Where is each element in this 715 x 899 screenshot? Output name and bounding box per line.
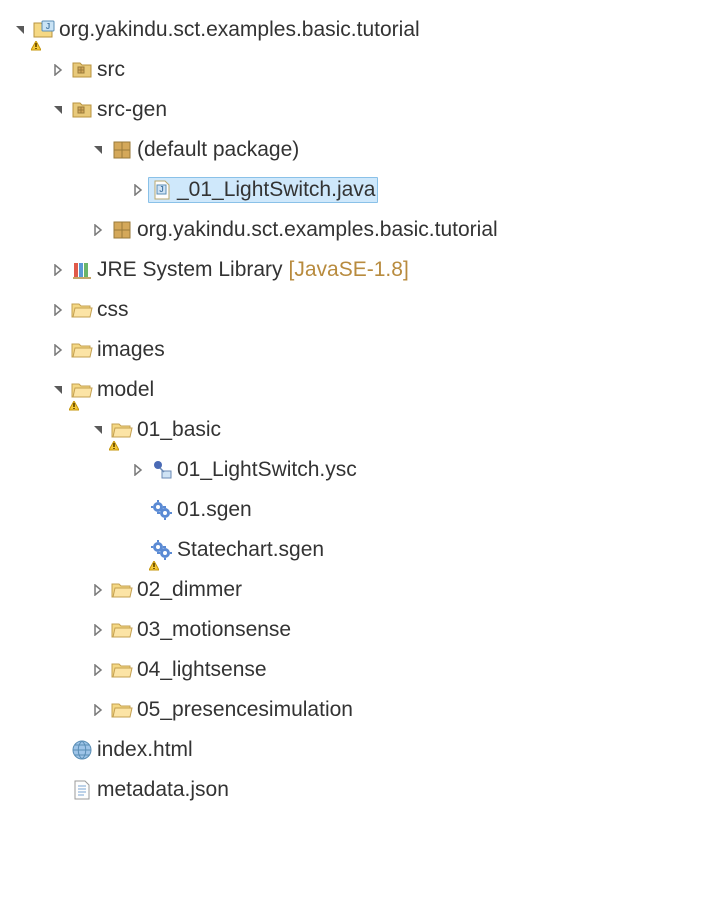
tree-item-jre[interactable]: JRE System Library [JavaSE-1.8] [0, 250, 715, 290]
chevron-down-icon[interactable] [48, 384, 68, 396]
tree-item-default-package[interactable]: (default package) [0, 130, 715, 170]
tree-item-src-gen[interactable]: src-gen [0, 90, 715, 130]
chevron-right-icon[interactable] [48, 264, 68, 276]
tree-item-label: 04_lightsense [137, 658, 267, 682]
library-icon [71, 259, 93, 281]
tree-item-label: 01.sgen [177, 498, 252, 522]
tree-item-label: JRE System Library [97, 258, 283, 282]
tree-item-css[interactable]: css [0, 290, 715, 330]
tree-item-02-dimmer[interactable]: 02_dimmer [0, 570, 715, 610]
tree-item-label: css [97, 298, 129, 322]
chevron-right-icon[interactable] [88, 664, 108, 676]
chevron-right-icon[interactable] [128, 184, 148, 196]
tree-item-label: 01_basic [137, 418, 221, 442]
tree-item-metadata-json[interactable]: metadata.json [0, 770, 715, 810]
tree-item-label: images [97, 338, 165, 362]
tree-item-label: org.yakindu.sct.examples.basic.tutorial [137, 218, 498, 242]
tree-item-images[interactable]: images [0, 330, 715, 370]
chevron-down-icon[interactable] [88, 144, 108, 156]
chevron-right-icon[interactable] [88, 624, 108, 636]
tree-item-05-presencesimulation[interactable]: 05_presencesimulation [0, 690, 715, 730]
tree-item-label: _01_LightSwitch.java [177, 178, 375, 202]
tree-item-01-sgen[interactable]: 01.sgen [0, 490, 715, 530]
tree-item-project[interactable]: org.yakindu.sct.examples.basic.tutorial [0, 10, 715, 50]
tree-item-statechart-sgen[interactable]: Statechart.sgen [0, 530, 715, 570]
tree-item-label: 01_LightSwitch.ysc [177, 458, 357, 482]
tree-item-lightswitch-ysc[interactable]: 01_LightSwitch.ysc [0, 450, 715, 490]
tree-item-model[interactable]: model [0, 370, 715, 410]
folder-icon [111, 419, 133, 441]
folder-icon [71, 339, 93, 361]
gears-icon [151, 539, 173, 561]
chevron-right-icon[interactable] [88, 584, 108, 596]
text-file-icon [71, 779, 93, 801]
tree-item-04-lightsense[interactable]: 04_lightsense [0, 650, 715, 690]
tree-item-lightswitch-java[interactable]: _01_LightSwitch.java [0, 170, 715, 210]
folder-icon [111, 659, 133, 681]
folder-icon [111, 699, 133, 721]
tree-item-01-basic[interactable]: 01_basic [0, 410, 715, 450]
java-file-icon [151, 179, 173, 201]
tree-item-index-html[interactable]: index.html [0, 730, 715, 770]
tree-item-decorator: [JavaSE-1.8] [289, 258, 409, 282]
tree-item-label: 03_motionsense [137, 618, 291, 642]
chevron-down-icon[interactable] [88, 424, 108, 436]
folder-icon [71, 299, 93, 321]
tree-item-label: metadata.json [97, 778, 229, 802]
tree-item-label: src-gen [97, 98, 167, 122]
statechart-icon [151, 459, 173, 481]
project-icon [33, 19, 55, 41]
gears-icon [151, 499, 173, 521]
folder-icon [111, 619, 133, 641]
chevron-right-icon[interactable] [48, 344, 68, 356]
tree-item-src[interactable]: src [0, 50, 715, 90]
package-icon [111, 139, 133, 161]
package-explorer-tree: org.yakindu.sct.examples.basic.tutorial … [0, 10, 715, 810]
chevron-right-icon[interactable] [88, 704, 108, 716]
chevron-right-icon[interactable] [48, 304, 68, 316]
chevron-right-icon[interactable] [88, 224, 108, 236]
folder-icon [111, 579, 133, 601]
tree-item-03-motionsense[interactable]: 03_motionsense [0, 610, 715, 650]
folder-icon [71, 379, 93, 401]
tree-item-label: index.html [97, 738, 193, 762]
globe-icon [71, 739, 93, 761]
tree-item-label: src [97, 58, 125, 82]
chevron-down-icon[interactable] [48, 104, 68, 116]
chevron-down-icon[interactable] [10, 24, 30, 36]
chevron-right-icon[interactable] [48, 64, 68, 76]
package-folder-icon [71, 99, 93, 121]
tree-item-package-tutorial[interactable]: org.yakindu.sct.examples.basic.tutorial [0, 210, 715, 250]
chevron-right-icon[interactable] [128, 464, 148, 476]
package-icon [111, 219, 133, 241]
tree-item-label: 02_dimmer [137, 578, 242, 602]
tree-item-label: (default package) [137, 138, 299, 162]
tree-item-label: model [97, 378, 154, 402]
tree-item-label: 05_presencesimulation [137, 698, 353, 722]
tree-item-label: org.yakindu.sct.examples.basic.tutorial [59, 18, 420, 42]
tree-item-label: Statechart.sgen [177, 538, 324, 562]
package-folder-icon [71, 59, 93, 81]
